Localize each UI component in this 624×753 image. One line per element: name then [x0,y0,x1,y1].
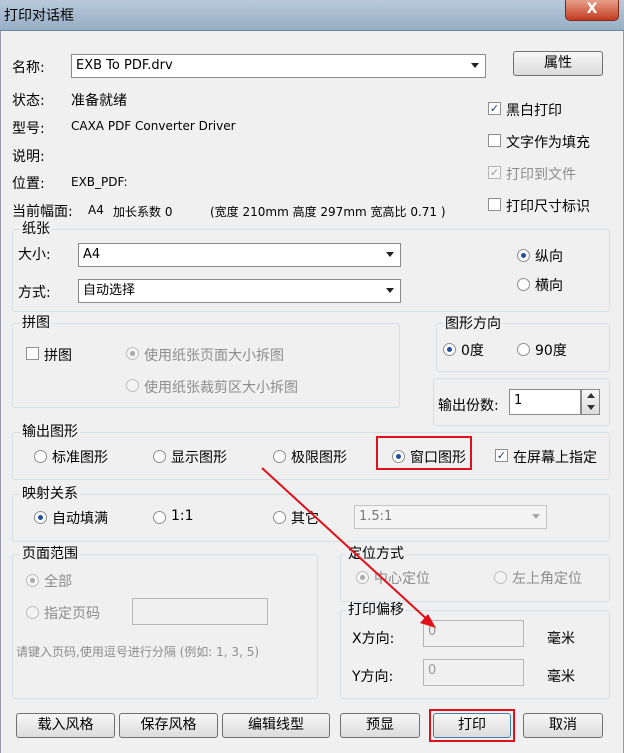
annotation-arrow-line [261,467,431,623]
annotation-arrow [261,467,436,628]
